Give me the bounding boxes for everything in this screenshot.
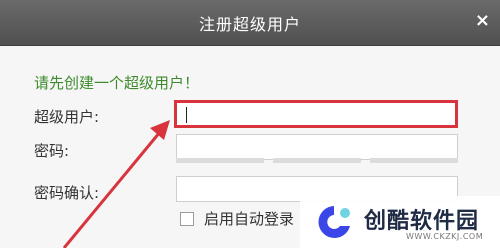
watermark-url: WWW.CKZKJ.COM [406, 232, 484, 241]
watermark-brand: 创酷软件园 [364, 209, 480, 234]
brand-logo-icon [318, 206, 350, 238]
